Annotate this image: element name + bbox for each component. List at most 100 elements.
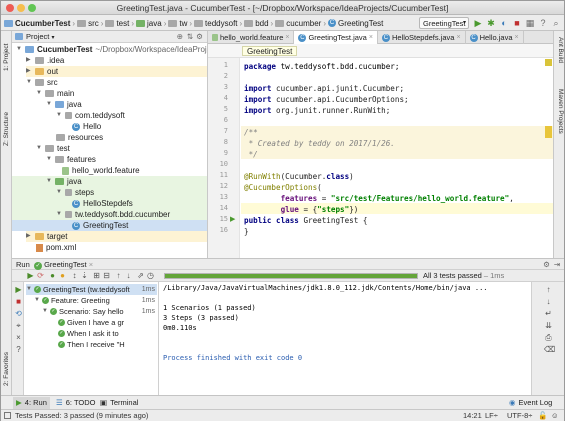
tree-item-steps[interactable]: ▼ steps [12, 187, 207, 198]
test-node-step-given[interactable]: ✓ Given I have a gr [58, 317, 157, 328]
warning-marker[interactable] [545, 126, 552, 138]
run-gutter-icon[interactable]: ▶ [230, 215, 235, 223]
restore-layout-icon[interactable]: ⟲ [14, 309, 23, 318]
tree-item-src[interactable]: ▼ src [26, 77, 58, 88]
nav-crumb-src[interactable]: src [88, 19, 99, 28]
hector-icon[interactable]: ☺ [551, 411, 559, 421]
close-tab-icon[interactable]: × [89, 260, 93, 269]
next-test-icon[interactable]: ↓ [124, 271, 133, 280]
ant-build-tool-tab[interactable]: Ant Build [557, 37, 564, 63]
nav-crumb-class[interactable]: GreetingTest [338, 19, 383, 28]
clear-all-icon[interactable]: ⌫ [544, 345, 555, 354]
history-icon[interactable]: ◷ [146, 271, 155, 280]
scroll-to-end-icon[interactable]: ⇊ [544, 321, 553, 330]
soft-wrap-icon[interactable]: ↵ [544, 309, 553, 318]
down-stack-icon[interactable]: ↓ [544, 297, 553, 306]
export-icon[interactable]: ⇗ [136, 271, 145, 280]
status-square-icon[interactable] [4, 412, 11, 419]
rerun-failed-icon[interactable]: ⟳ [36, 271, 45, 280]
previous-test-icon[interactable]: ↑ [114, 271, 123, 280]
tree-item-hellostepdefs[interactable]: C HelloStepdefs [12, 198, 207, 209]
collapse-icon[interactable]: ⇅ [187, 31, 193, 43]
tree-item-com-teddysoft[interactable]: ▼ com.teddysoft [56, 110, 125, 121]
editor-error-stripe[interactable] [544, 58, 553, 258]
tree-item-main[interactable]: ▼ main [36, 88, 74, 99]
tree-item-idea[interactable]: ▶ .idea [26, 55, 64, 66]
nav-crumb-cucumber[interactable]: cucumber [286, 19, 321, 28]
todo-tool-button[interactable]: ☰ 6: TODO [53, 397, 98, 409]
rerun-icon[interactable]: ▶ [26, 271, 35, 280]
tree-item-cucumber-package[interactable]: ▼ tw.teddysoft.bdd.cucumber [12, 209, 207, 220]
close-tab-icon[interactable]: × [456, 31, 460, 44]
test-node-step-when[interactable]: ✓ When I ask it to [58, 328, 157, 339]
tree-item-hello[interactable]: C Hello [72, 121, 101, 132]
tab-hello-world-feature[interactable]: hello_world.feature × [208, 31, 295, 44]
expand-all-icon[interactable]: ⊞ [92, 271, 101, 280]
nav-crumb-java[interactable]: java [147, 19, 162, 28]
hide-panel-icon[interactable]: ⇥ [554, 259, 560, 270]
test-node-step-then[interactable]: ✓ Then I receive "H [58, 339, 157, 350]
debug-icon[interactable]: ✱ [486, 18, 496, 28]
event-log-tool-button[interactable]: ◉ Event Log [506, 397, 555, 409]
tree-item-root[interactable]: ▼ CucumberTest ~/Dropbox/Workspace/IdeaP… [16, 44, 207, 55]
nav-crumb-bdd[interactable]: bdd [255, 19, 268, 28]
gear-icon[interactable]: ⚙ [196, 31, 203, 43]
nav-crumb-project[interactable]: CucumberTest [15, 19, 70, 28]
maven-tool-tab[interactable]: Maven Projects [557, 89, 564, 134]
help-icon[interactable]: ? [14, 345, 23, 354]
run-config-dropdown[interactable]: GreetingTest ▾ [419, 17, 469, 29]
code-editor[interactable]: GreetingTest 1 2 3 4 5 6 7 8 9 10 11 12 … [208, 44, 553, 258]
collapse-all-icon[interactable]: ⊟ [102, 271, 111, 280]
print-icon[interactable]: ⎙ [544, 333, 553, 342]
sync-icon[interactable]: ⊕ [177, 31, 183, 43]
close-tab-icon[interactable]: × [285, 31, 289, 44]
nav-crumb-teddysoft[interactable]: teddysoft [205, 19, 237, 28]
close-tab-icon[interactable]: × [515, 31, 519, 44]
tree-item-target[interactable]: ▶ target [26, 231, 207, 242]
tree-item-test[interactable]: ▼ test [36, 143, 70, 154]
project-structure-icon[interactable]: ▦ [525, 18, 535, 28]
file-encoding[interactable]: UTF-8÷ [507, 411, 532, 421]
run-console[interactable]: /Library/Java/JavaVirtualMachines/jdk1.8… [159, 282, 531, 395]
inspection-ok-icon[interactable] [545, 59, 552, 66]
structure-tool-tab[interactable]: Z: Structure [3, 112, 10, 146]
tab-greetingtest-java[interactable]: C GreetingTest.java × [294, 31, 378, 44]
tree-item-test-java[interactable]: ▼ java [12, 176, 207, 187]
gear-icon[interactable]: ⚙ [543, 259, 550, 270]
up-stack-icon[interactable]: ↑ [544, 285, 553, 294]
tree-item-pom[interactable]: pom.xml [36, 242, 76, 253]
tree-item-greetingtest[interactable]: C GreetingTest [12, 220, 207, 231]
search-everywhere-icon[interactable]: ⌕ [551, 18, 561, 28]
tree-item-hello-feature[interactable]: hello_world.feature [62, 165, 140, 176]
tree-item-resources[interactable]: resources [56, 132, 103, 143]
test-node-scenario[interactable]: ▼ ✓ Scenario: Say hello 1ms [42, 306, 157, 317]
line-separator[interactable]: LF÷ [485, 411, 498, 421]
caret-position[interactable]: 14:21 [463, 411, 482, 421]
test-node-feature[interactable]: ▼ ✓ Feature: Greeting 1ms [34, 295, 157, 306]
tab-hellostepdefs-java[interactable]: C HelloStepdefs.java × [378, 31, 466, 44]
nav-crumb-test[interactable]: test [116, 19, 129, 28]
test-node-greetingtest[interactable]: ▼ ✓ GreetingTest (tw.teddysoft 1ms [26, 284, 157, 295]
sort-alpha-icon[interactable]: ↕ [70, 271, 79, 280]
stop-icon[interactable]: ■ [14, 297, 23, 306]
nav-crumb-tw[interactable]: tw [179, 19, 187, 28]
project-panel-title[interactable]: Project [26, 32, 49, 41]
project-tool-tab[interactable]: 1: Project [3, 44, 10, 71]
help-icon[interactable]: ? [538, 18, 548, 28]
favorites-tool-tab[interactable]: 2: Favorites [3, 352, 10, 386]
close-run-icon[interactable]: × [14, 333, 23, 342]
tree-item-main-java[interactable]: ▼ java [46, 99, 82, 110]
tree-item-out[interactable]: ▶ out [26, 66, 207, 77]
pin-tab-icon[interactable]: ⌖ [14, 321, 23, 330]
run-icon[interactable]: ▶ [473, 18, 483, 28]
terminal-tool-button[interactable]: ▣ Terminal [97, 397, 141, 409]
lock-icon[interactable]: 🔓 [538, 411, 547, 421]
tab-hello-java[interactable]: C Hello.java × [466, 31, 524, 44]
rerun-side-icon[interactable]: ▶ [14, 285, 23, 294]
toggle-ignored-filter-icon[interactable]: ● [58, 271, 67, 280]
sort-duration-icon[interactable]: ⇣ [80, 271, 89, 280]
coverage-icon[interactable]: ◐ [499, 18, 509, 28]
chevron-down-icon[interactable]: ▾ [51, 35, 54, 41]
tree-item-features[interactable]: ▼ features [46, 154, 96, 165]
run-tool-button[interactable]: ▶ 4: Run [13, 397, 50, 409]
